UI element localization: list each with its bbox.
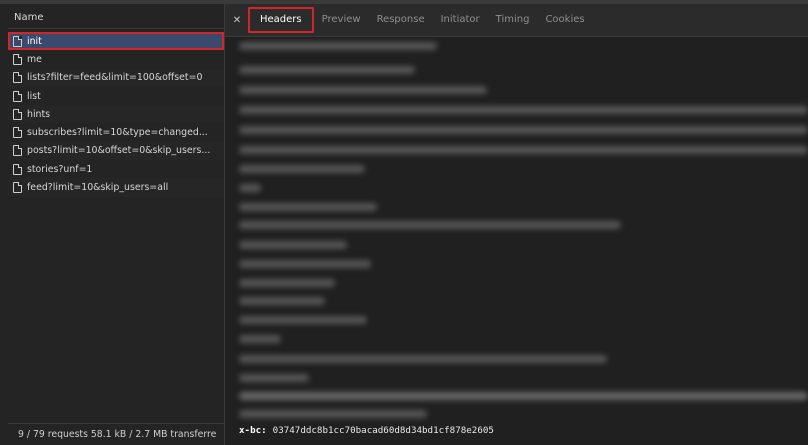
tab-headers[interactable]: Headers bbox=[248, 7, 314, 33]
request-name: hints bbox=[27, 108, 51, 120]
blurred-header-line bbox=[239, 279, 335, 287]
blurred-header-line bbox=[239, 66, 415, 74]
x-bc-header: x-bc: 03747ddc8b1cc70bacad60d8d34bd1cf878… bbox=[239, 425, 494, 436]
blurred-header-line bbox=[239, 392, 808, 400]
blurred-header-line bbox=[239, 221, 621, 229]
blurred-header-line bbox=[239, 146, 808, 154]
request-row-posts[interactable]: posts?limit=10&offset=0&skip_users... bbox=[8, 141, 224, 161]
request-row-lists[interactable]: lists?filter=feed&limit=100&offset=0 bbox=[8, 68, 224, 87]
document-icon bbox=[13, 163, 22, 175]
request-details-panel: ✕ Headers Preview Response Initiator Tim… bbox=[225, 4, 808, 445]
tab-response[interactable]: Response bbox=[369, 8, 433, 32]
request-row-subscribes[interactable]: subscribes?limit=10&type=changed... bbox=[8, 123, 224, 141]
tab-cookies[interactable]: Cookies bbox=[537, 8, 592, 32]
document-icon bbox=[13, 182, 22, 194]
request-row-list[interactable]: list bbox=[8, 87, 224, 105]
request-name: init bbox=[27, 35, 42, 47]
request-row-feed[interactable]: feed?limit=10&skip_users=all bbox=[8, 178, 224, 197]
document-icon bbox=[13, 127, 22, 139]
blurred-header-line bbox=[239, 106, 808, 114]
request-row-me[interactable]: me bbox=[8, 50, 224, 68]
request-name: stories?unf=1 bbox=[27, 163, 93, 175]
document-icon bbox=[13, 90, 22, 102]
blurred-header-line bbox=[239, 355, 607, 363]
request-name: subscribes?limit=10&type=changed... bbox=[27, 127, 208, 139]
request-name: me bbox=[27, 53, 42, 65]
blurred-header-line bbox=[239, 335, 281, 343]
blurred-header-line bbox=[239, 165, 365, 173]
blurred-header-line bbox=[239, 374, 309, 382]
blurred-header-line bbox=[239, 42, 437, 50]
request-row-stories[interactable]: stories?unf=1 bbox=[8, 160, 224, 178]
request-list-panel: Name init me lists?filter=feed&limit=100… bbox=[8, 4, 225, 445]
blurred-header-line bbox=[239, 203, 377, 211]
header-key: x-bc: bbox=[239, 425, 267, 436]
document-icon bbox=[13, 145, 22, 157]
details-tab-bar: ✕ Headers Preview Response Initiator Tim… bbox=[225, 4, 808, 37]
header-value: 03747ddc8b1cc70bacad60d8d34bd1cf878e2605 bbox=[272, 425, 494, 436]
request-list: init me lists?filter=feed&limit=100&offs… bbox=[8, 32, 224, 197]
name-column-header[interactable]: Name bbox=[8, 12, 224, 29]
close-icon[interactable]: ✕ bbox=[226, 15, 248, 26]
blurred-header-line bbox=[239, 241, 347, 249]
request-name: lists?filter=feed&limit=100&offset=0 bbox=[27, 72, 203, 84]
blurred-header-line bbox=[239, 126, 808, 134]
network-summary-status: 9 / 79 requests 58.1 kB / 2.7 MB transfe… bbox=[8, 423, 224, 445]
document-icon bbox=[13, 108, 22, 120]
document-icon bbox=[13, 35, 22, 47]
blurred-headers-content bbox=[225, 38, 808, 423]
document-icon bbox=[13, 72, 22, 84]
tab-initiator[interactable]: Initiator bbox=[433, 8, 488, 32]
request-name: list bbox=[27, 90, 41, 102]
tab-timing[interactable]: Timing bbox=[488, 8, 538, 32]
document-icon bbox=[13, 53, 22, 65]
request-row-init[interactable]: init bbox=[8, 32, 224, 51]
blurred-header-line bbox=[239, 410, 427, 418]
request-name: posts?limit=10&offset=0&skip_users... bbox=[27, 145, 211, 157]
blurred-header-line bbox=[239, 260, 371, 268]
request-row-hints[interactable]: hints bbox=[8, 105, 224, 124]
tab-preview[interactable]: Preview bbox=[314, 8, 369, 32]
blurred-header-line bbox=[239, 86, 487, 94]
blurred-header-line bbox=[239, 316, 367, 324]
blurred-header-line bbox=[239, 297, 325, 305]
blurred-header-line bbox=[239, 184, 261, 192]
request-name: feed?limit=10&skip_users=all bbox=[27, 182, 169, 194]
